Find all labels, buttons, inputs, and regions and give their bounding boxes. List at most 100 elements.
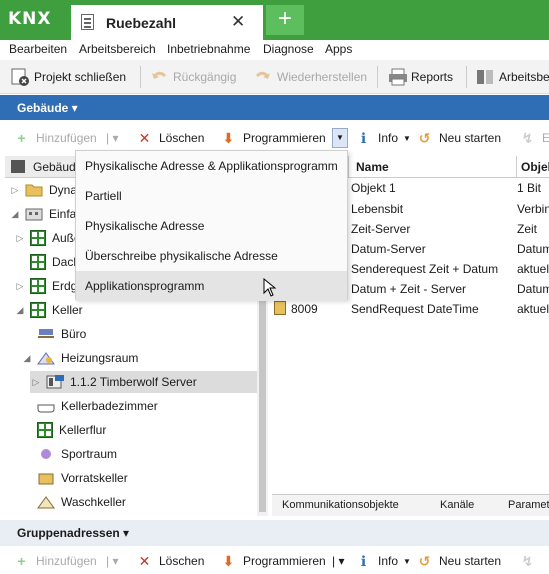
info-dropdown-icon[interactable]: ▼ [403,557,411,566]
laundry-icon [37,495,55,509]
delete-button[interactable]: ✕ Löschen [137,129,205,147]
extra-icon: ↯ [521,129,534,146]
restart-icon: ↺ [418,129,431,146]
project-tab-title: Ruebezahl [106,15,177,31]
menu-apps[interactable]: Apps [325,42,352,56]
printer-icon [388,68,407,86]
menu-item-address-and-program[interactable]: Physikalische Adresse & Applikationsprog… [76,151,347,181]
column-divider[interactable] [348,156,349,178]
tree-item[interactable]: Vorratskeller [21,467,259,489]
undo-button[interactable]: Rückgängig [150,65,236,89]
tree-item[interactable]: Kellerflur [21,419,259,441]
workspace-button[interactable]: Arbeitsbe [476,65,549,89]
add-dropdown-arrow[interactable]: | ▾ [106,129,118,147]
expand-icon[interactable]: ▷ [14,281,26,292]
mouse-cursor-icon [263,278,277,297]
plus-icon: + [17,129,26,146]
tab-kanaele[interactable]: Kanäle [440,499,474,511]
info-button[interactable]: ℹ Info ▼ [356,129,411,147]
desk-icon [37,327,55,341]
delete-button[interactable]: ✕ Löschen [137,552,205,570]
delete-x-icon: ✕ [138,129,151,146]
expand-icon[interactable]: ▷ [30,377,42,388]
program-arrow-icon: ⬇ [222,129,235,146]
menu-inbetriebnahme[interactable]: Inbetriebnahme [167,42,250,56]
toolbar-separator [140,66,141,88]
collapse-icon[interactable]: ◢ [14,305,26,316]
redo-icon [254,68,272,86]
menu-item-partial[interactable]: Partiell [76,181,347,211]
column-name[interactable]: Name [356,160,389,174]
buildings-panel-header[interactable]: Gebäude ▾ [0,95,549,120]
redo-button[interactable]: Wiederherstellen [254,65,367,89]
program-arrow-icon: ⬇ [222,552,235,569]
menu-arbeitsbereich[interactable]: Arbeitsbereich [79,42,156,56]
menu-item-physical-address[interactable]: Physikalische Adresse [76,211,347,241]
tab-kommunikationsobjekte[interactable]: Kommunikationsobjekte [282,499,399,511]
toolbar-separator [377,66,378,88]
undo-icon [150,68,168,86]
tree-item-timberwolf[interactable]: ▷ 1.1.2 Timberwolf Server [30,371,259,393]
tree-item[interactable]: Sportraum [21,443,259,465]
restart-button[interactable]: ↺ Neu starten [417,129,501,147]
info-button[interactable]: ℹ Info ▼ [356,552,411,570]
expand-icon[interactable]: ▷ [14,233,26,244]
column-divider[interactable] [516,156,517,178]
tree-item[interactable]: ◢ Heizungsraum [21,347,259,369]
tree-item[interactable]: Kellerbadezimmer [21,395,259,417]
building-icon [25,207,43,221]
info-icon: ℹ [360,552,367,569]
extra-button[interactable]: ↯ E [520,129,549,147]
project-tab[interactable]: Ruebezahl ✕ [71,5,263,40]
add-button[interactable]: + Hinzufügen [14,552,96,570]
tree-header-icon [11,160,25,173]
bathtub-icon [37,399,55,413]
close-tab-icon[interactable]: ✕ [231,12,245,32]
document-icon [81,14,94,30]
floor-icon [37,422,53,438]
info-icon: ℹ [360,129,367,146]
program-button[interactable]: ⬇ Programmieren [221,552,326,570]
tree-item[interactable]: Büro [21,323,259,345]
info-dropdown-icon[interactable]: ▼ [403,134,411,143]
menu-item-overwrite-address[interactable]: Überschreibe physikalische Adresse [76,241,347,271]
knx-logo: KNX [8,9,52,29]
extra-icon[interactable]: ↯ [520,552,542,570]
restart-button[interactable]: ↺ Neu starten [417,552,501,570]
tree-item-keller[interactable]: ◢ Keller [14,299,259,321]
tree-item[interactable]: Waschkeller [21,491,259,513]
menu-bearbeiten[interactable]: Bearbeiten [9,42,67,56]
collapse-icon[interactable]: ◢ [21,353,33,364]
detail-tabs: Kommunikationsobjekte Kanäle Paramet [272,494,549,516]
main-toolbar: Projekt schließen Rückgängig Wiederherst… [0,60,549,94]
program-button[interactable]: ⬇ Programmieren [221,129,326,147]
group-addresses-header[interactable]: Gruppenadressen ▾ [0,520,549,546]
heating-icon [37,351,55,365]
close-project-button[interactable]: Projekt schließen [11,65,126,89]
tab-parameter[interactable]: Paramet [508,499,549,511]
floor-icon [30,278,46,294]
add-dropdown-arrow[interactable]: | ▾ [106,552,118,570]
reports-button[interactable]: Reports [388,65,453,89]
menu-item-application-program[interactable]: Applikationsprogramm [76,271,347,301]
add-button[interactable]: + Hinzufügen [14,129,96,147]
new-tab-button[interactable]: + [266,5,304,35]
device-icon [46,375,64,389]
folder-icon [25,183,43,197]
expand-icon[interactable]: ▷ [9,185,21,196]
sport-icon [37,447,55,461]
close-project-icon [11,68,29,86]
program-dropdown-arrow[interactable]: | ▾ [332,552,344,570]
object-icon [274,301,286,315]
collapse-icon[interactable]: ◢ [9,209,21,220]
program-dropdown-arrow[interactable]: ▼ [332,128,348,148]
restart-icon: ↺ [418,552,431,569]
menu-bar: Bearbeiten Arbeitsbereich Inbetriebnahme… [0,40,549,60]
buildings-command-bar: + Hinzufügen | ▾ ✕ Löschen ⬇ Programmier… [0,125,549,151]
column-object-type[interactable]: Objek [521,160,549,174]
storage-icon [37,471,55,485]
menu-diagnose[interactable]: Diagnose [263,42,314,56]
floor-icon [30,302,46,318]
floor-icon [30,230,46,246]
toolbar-separator [466,66,467,88]
